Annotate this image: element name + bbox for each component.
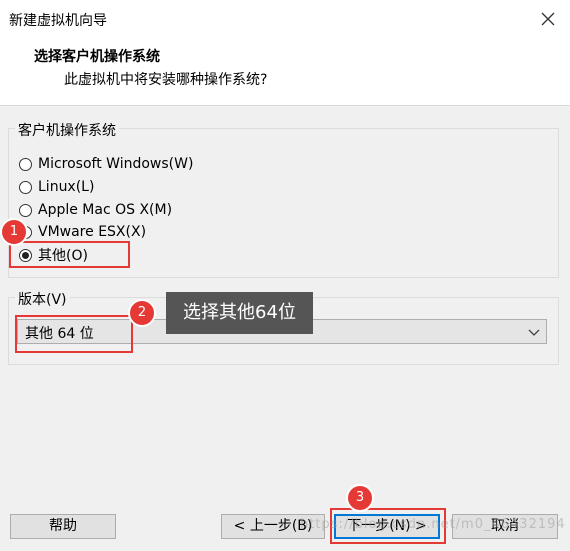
radio-linux[interactable]: Linux(L) [19,177,94,197]
watermark: https://blog.csdn.net/m0_46432194 [300,517,566,532]
step-badge-1: 1 [0,218,28,246]
step-badge-2: 2 [128,299,156,327]
radio-vmware-esx[interactable]: VMware ESX(X) [19,222,146,242]
radio-button[interactable] [19,157,32,171]
instruction-callout: 选择其他64位 [166,292,313,334]
step-badge-3: 3 [346,484,374,512]
radio-macos[interactable]: Apple Mac OS X(M) [19,200,172,220]
help-button[interactable]: 帮助 [10,514,116,539]
page-title: 选择客户机操作系统 [34,49,160,65]
highlight-other-option [9,241,130,268]
guest-os-legend: 客户机操作系统 [15,120,119,140]
window-title: 新建虚拟机向导 [9,13,107,29]
title-bar: 新建虚拟机向导 [0,0,570,38]
chevron-down-icon [528,326,540,338]
radio-windows[interactable]: Microsoft Windows(W) [19,154,193,174]
radio-label: Apple Mac OS X(M) [38,202,173,218]
radio-label: Linux(L) [38,179,95,195]
page-subtitle: 此虚拟机中将安装哪种操作系统? [64,72,268,88]
radio-label: VMware ESX(X) [38,224,147,240]
highlight-version-select [15,315,133,353]
radio-button[interactable] [19,180,32,194]
wizard-header: 选择客户机操作系统 此虚拟机中将安装哪种操作系统? [0,38,570,106]
radio-label: Microsoft Windows(W) [38,156,194,172]
close-icon[interactable] [536,7,560,31]
radio-button[interactable] [19,203,32,217]
version-legend: 版本(V) [15,289,70,309]
